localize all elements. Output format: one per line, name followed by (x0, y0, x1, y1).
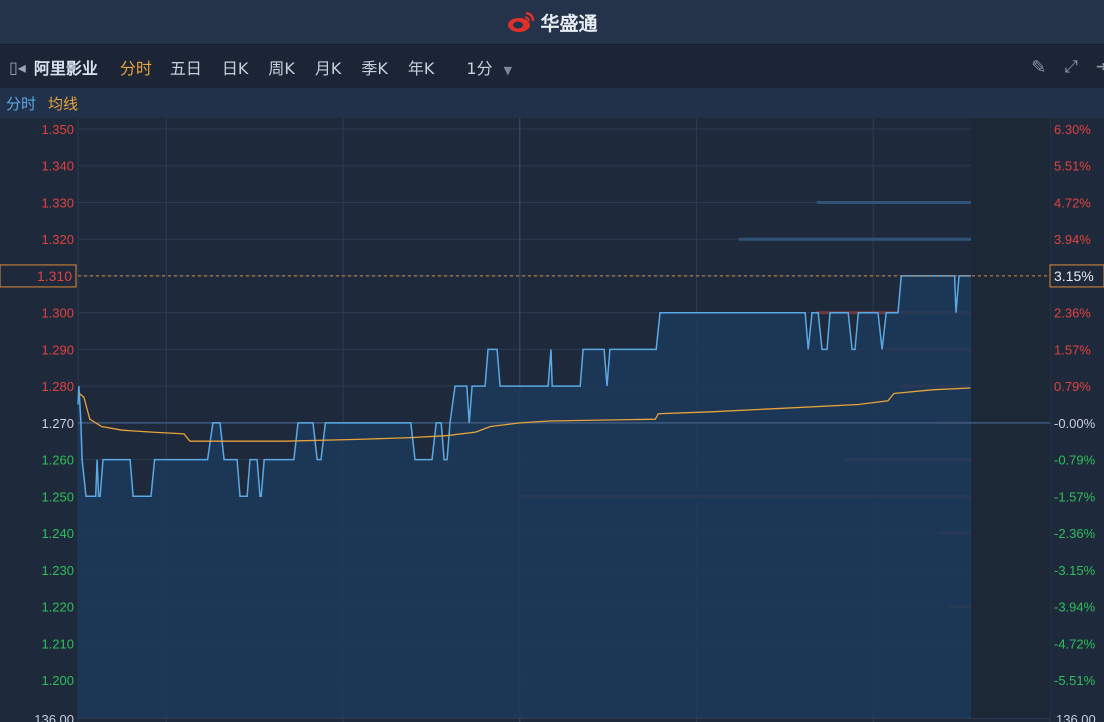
chart-legend: 分时 均线 (0, 88, 1104, 118)
legend-average: 均线 (48, 94, 79, 113)
fullscreen-icon[interactable]: ⤢ (1064, 57, 1078, 77)
tab-quarterly-k[interactable]: 季K (361, 55, 388, 79)
pct-tick-label: 5.51% (1054, 159, 1091, 174)
pct-tick-label: 0.79% (1054, 379, 1091, 394)
pct-tick-label: 1.57% (1054, 342, 1091, 357)
current-price-label: 1.310 (37, 268, 72, 284)
toolbar: ▯◂ 阿里影业 分时 五日 日K 周K 月K 季K 年K 1分 ▼ ✎ ⤢ ➜ (0, 46, 1104, 88)
pct-tick-label: -2.36% (1054, 526, 1096, 541)
price-tick-label: 1.280 (41, 379, 74, 394)
intraday-chart[interactable]: 1.350 6.30% 1.340 5.51% 1.330 4.72% 1.320 3.94%… (0, 118, 1104, 722)
stock-name: 阿里影业 (33, 59, 98, 78)
tab-intraday[interactable]: 分时 (120, 55, 152, 79)
price-area (78, 275, 972, 718)
volume-axis-left: 136.00 (34, 712, 74, 722)
tab-yearly-k[interactable]: 年K (408, 55, 435, 79)
weibo-logo-icon (508, 11, 535, 32)
pct-tick-label: 3.94% (1054, 232, 1091, 247)
tab-monthly-k[interactable]: 月K (315, 55, 342, 79)
tab-weekly-k[interactable]: 周K (268, 55, 295, 79)
price-tick-label: 1.220 (41, 600, 74, 615)
price-tick-label: 1.260 (41, 453, 74, 468)
price-tick-label: 1.200 (41, 673, 74, 688)
interval-select[interactable]: 1分 ▼ (466, 55, 512, 79)
volume-axis-right: 136.00 (1056, 712, 1096, 722)
future-region (971, 118, 1050, 718)
current-pct-label: 3.15% (1054, 268, 1094, 284)
title-bar: 华盛通 (0, 0, 1104, 45)
app-logo: 华盛通 (506, 9, 598, 36)
price-tick-label: 1.350 (41, 122, 74, 137)
pct-tick-label: -0.79% (1054, 453, 1096, 468)
pct-tick-label: -4.72% (1054, 636, 1096, 651)
pct-tick-label: 6.30% (1054, 122, 1091, 137)
price-tick-label: 1.230 (41, 563, 74, 578)
pct-tick-label: -3.94% (1054, 600, 1096, 615)
pct-tick-label: 4.72% (1054, 195, 1091, 210)
arrow-right-icon[interactable]: ➜ (1096, 59, 1104, 75)
pct-tick-label: -0.00% (1054, 416, 1096, 431)
tab-daily-k[interactable]: 日K (222, 55, 249, 79)
price-tick-label: 1.290 (41, 342, 74, 357)
pct-tick-label: 2.36% (1054, 306, 1091, 321)
interval-value: 1分 (466, 59, 493, 78)
price-tick-label: 1.330 (41, 195, 74, 210)
collapse-panel-icon[interactable]: ▯◂ (9, 58, 26, 77)
pct-tick-label: -1.57% (1054, 489, 1096, 504)
tab-five-day[interactable]: 五日 (170, 55, 202, 79)
pencil-icon[interactable]: ✎ (1031, 57, 1046, 78)
legend-price: 分时 (6, 94, 37, 113)
pct-tick-label: -3.15% (1054, 563, 1096, 578)
price-tick-label: 1.300 (41, 306, 74, 321)
app-title: 华盛通 (540, 12, 598, 35)
pct-tick-label: -5.51% (1054, 673, 1096, 688)
price-tick-label: 1.240 (41, 526, 74, 541)
price-tick-label: 1.320 (41, 232, 74, 247)
price-tick-label: 1.250 (41, 489, 74, 504)
chevron-down-icon: ▼ (503, 64, 513, 77)
price-tick-label: 1.210 (41, 636, 74, 651)
price-tick-label: 1.340 (41, 159, 74, 174)
price-tick-label: 1.270 (41, 416, 74, 431)
